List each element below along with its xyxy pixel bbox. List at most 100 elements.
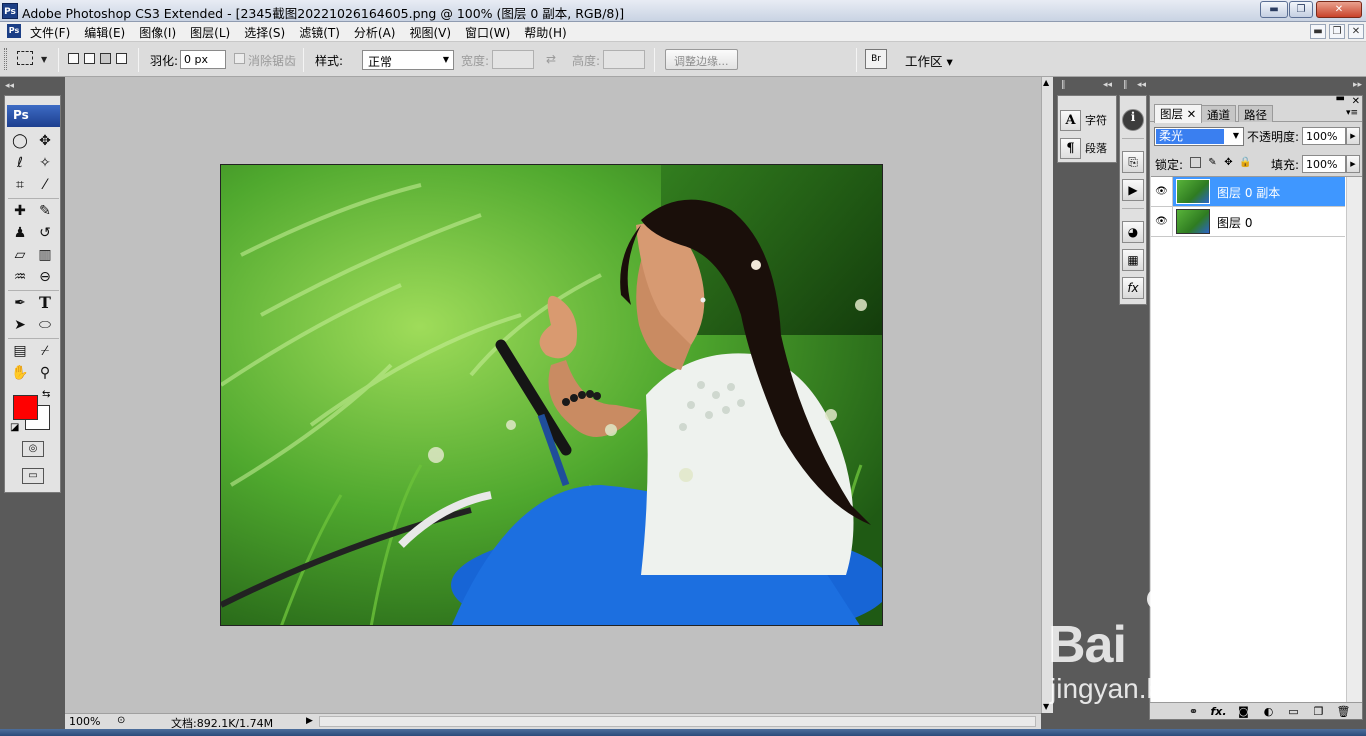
bridge-icon[interactable]: Br	[865, 49, 887, 69]
default-colors-icon[interactable]: ◪	[10, 422, 19, 433]
panel-menu-icon[interactable]: ▾≡	[1346, 108, 1358, 118]
scroll-up-icon[interactable]: ▲	[1043, 78, 1049, 87]
layer-row-copy[interactable]: 👁 图层 0 副本	[1151, 177, 1345, 207]
info-icon[interactable]: i	[1122, 109, 1144, 131]
doc-close-button[interactable]: ✕	[1348, 24, 1364, 39]
delete-layer-icon[interactable]: 🗑	[1335, 705, 1352, 718]
style-select[interactable]: 正常 ▼	[362, 50, 454, 70]
dock-grip-icon[interactable]: ‖	[1123, 80, 1128, 90]
add-to-selection-icon[interactable]	[84, 53, 95, 64]
antialias-checkbox[interactable]	[234, 53, 245, 64]
crop-tool-icon[interactable]: ⌗	[9, 175, 31, 195]
menu-layer[interactable]: 图层(L)	[190, 24, 230, 41]
path-selection-tool-icon[interactable]: ➤	[9, 315, 31, 335]
tab-close-icon[interactable]: ✕	[1187, 107, 1197, 121]
eraser-tool-icon[interactable]: ▱	[9, 245, 31, 265]
lasso-tool-icon[interactable]: ℓ	[9, 153, 31, 173]
notes-tool-icon[interactable]: ▤	[9, 341, 31, 361]
type-tool-icon[interactable]: T	[34, 293, 56, 313]
clone-stamp-tool-icon[interactable]: ♟	[9, 223, 31, 243]
width-input[interactable]	[492, 50, 534, 69]
lock-position-icon[interactable]: ✥	[1223, 157, 1234, 168]
link-layers-icon[interactable]: ⚭	[1185, 705, 1202, 718]
canvas-horizontal-scrollbar[interactable]	[319, 716, 1036, 727]
zoom-tool-icon[interactable]: ⚲	[34, 363, 56, 383]
actions-play-icon[interactable]: ▶	[1122, 179, 1144, 201]
fill-slider-arrow-icon[interactable]: ▶	[1346, 155, 1360, 173]
tab-channels[interactable]: 通道	[1201, 105, 1236, 122]
menu-filter[interactable]: 滤镜(T)	[299, 24, 340, 41]
status-menu-arrow-icon[interactable]: ▶	[306, 715, 316, 728]
ellipse-shape-tool-icon[interactable]: ⬭	[34, 315, 56, 335]
layer-style-fx-icon[interactable]: fx.	[1210, 705, 1227, 718]
doc-minimize-button[interactable]: ▬	[1310, 24, 1326, 39]
swap-colors-icon[interactable]: ⇆	[42, 389, 50, 400]
workspace-menu[interactable]: 工作区 ▾	[905, 51, 953, 70]
hand-tool-icon[interactable]: ✋	[9, 363, 31, 383]
scroll-down-icon[interactable]: ▼	[1043, 702, 1049, 711]
os-taskbar[interactable]	[0, 729, 1366, 736]
menu-file[interactable]: 文件(F)	[30, 24, 70, 41]
dock-grip-icon[interactable]: ‖	[1061, 80, 1066, 90]
fill-input[interactable]: 100%	[1302, 155, 1346, 173]
collapse-arrows-icon[interactable]: ◂◂	[1137, 80, 1146, 90]
options-bar-grip[interactable]	[4, 48, 7, 70]
new-group-icon[interactable]: ▭	[1285, 705, 1302, 718]
eyedropper-tool-icon[interactable]: ⌿	[34, 341, 56, 361]
collapse-arrows-icon[interactable]: ◂◂	[1103, 80, 1112, 90]
status-nav-icon[interactable]: ⊙	[117, 715, 125, 726]
lock-all-icon[interactable]: 🔒	[1239, 157, 1251, 168]
brush-tool-icon[interactable]: ✎	[34, 201, 56, 221]
new-layer-icon[interactable]: ❐	[1310, 705, 1327, 718]
slice-tool-icon[interactable]: ⁄	[34, 175, 56, 195]
layer-list-scrollbar[interactable]	[1346, 177, 1362, 703]
character-panel-button[interactable]: A 字符	[1060, 108, 1107, 132]
doc-restore-button[interactable]: ❐	[1329, 24, 1345, 39]
menu-image[interactable]: 图像(I)	[139, 24, 176, 41]
foreground-color-swatch[interactable]	[13, 395, 38, 420]
layer-row-base[interactable]: 👁 图层 0	[1151, 207, 1345, 237]
styles-fx-icon[interactable]: fx	[1122, 277, 1144, 299]
pen-tool-icon[interactable]: ✒	[9, 293, 31, 313]
opacity-slider-arrow-icon[interactable]: ▶	[1346, 127, 1360, 145]
healing-brush-tool-icon[interactable]: ✚	[9, 201, 31, 221]
quick-mask-mode-icon[interactable]: ◎	[22, 441, 44, 457]
lock-image-icon[interactable]: ✎	[1207, 157, 1218, 168]
blend-mode-select[interactable]: 柔光 ▼	[1154, 127, 1244, 146]
color-palette-icon[interactable]: ◕	[1122, 221, 1144, 243]
tab-layers[interactable]: 图层 ✕	[1154, 104, 1203, 123]
tool-preset-dropdown-icon[interactable]: ▼	[41, 55, 47, 64]
document-canvas-photo[interactable]	[220, 164, 883, 626]
adjustment-layer-icon[interactable]: ◐	[1260, 705, 1277, 718]
gradient-tool-icon[interactable]: ▥	[34, 245, 56, 265]
add-mask-icon[interactable]: ◙	[1235, 705, 1252, 718]
feather-input[interactable]: 0 px	[180, 50, 226, 69]
canvas-vertical-scrollbar[interactable]: ▲ ▼	[1041, 77, 1053, 713]
rectangular-marquee-preset-icon[interactable]	[17, 51, 33, 65]
menu-analysis[interactable]: 分析(A)	[354, 24, 396, 41]
opacity-input[interactable]: 100%	[1302, 127, 1346, 145]
swatches-icon[interactable]: ▦	[1122, 249, 1144, 271]
history-brush-tool-icon[interactable]: ↺	[34, 223, 56, 243]
blur-tool-icon[interactable]: ♒	[9, 267, 31, 287]
document-icon[interactable]: Ps	[7, 24, 21, 38]
minimize-button[interactable]: ▬	[1260, 1, 1288, 18]
menu-window[interactable]: 窗口(W)	[465, 24, 510, 41]
refine-edge-button[interactable]: 调整边缘...	[665, 49, 738, 70]
move-tool-icon[interactable]: ✥	[34, 131, 56, 151]
menu-select[interactable]: 选择(S)	[244, 24, 285, 41]
maximize-button[interactable]: ❐	[1289, 1, 1313, 18]
collapse-arrows-icon[interactable]: ◂◂	[5, 81, 14, 91]
zoom-level-field[interactable]: 100%	[69, 715, 100, 728]
visibility-eye-icon[interactable]: 👁	[1151, 177, 1173, 206]
magic-wand-tool-icon[interactable]: ✧	[34, 153, 56, 173]
paragraph-panel-button[interactable]: ¶ 段落	[1060, 136, 1107, 160]
height-input[interactable]	[603, 50, 645, 69]
visibility-eye-icon[interactable]: 👁	[1151, 207, 1173, 236]
history-icon[interactable]: ⎘	[1122, 151, 1144, 173]
menu-help[interactable]: 帮助(H)	[524, 24, 566, 41]
screen-mode-icon[interactable]: ▭	[22, 468, 44, 484]
tab-paths[interactable]: 路径	[1238, 105, 1273, 122]
lock-transparent-icon[interactable]	[1190, 157, 1201, 168]
intersect-selection-icon[interactable]	[116, 53, 127, 64]
